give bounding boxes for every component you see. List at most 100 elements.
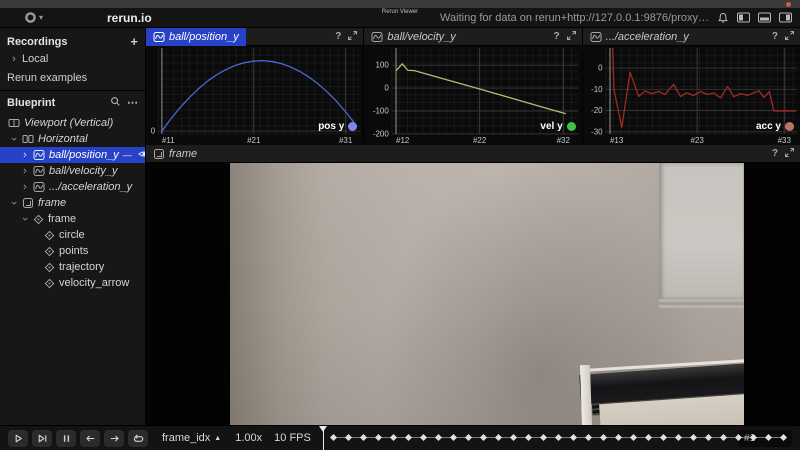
tree-item-ball-velocity-y[interactable]: › ball/velocity_y [0,163,145,179]
help-icon[interactable]: ? [772,31,778,42]
timeline-frame-marker[interactable] [375,433,382,440]
tab-ball-position-y[interactable]: ball/position_y [146,28,246,46]
tree-item-trajectory[interactable]: trajectory [0,259,145,275]
step-forward-button[interactable] [104,430,124,447]
timeline-playhead[interactable] [323,426,324,450]
tree-item-horizontal[interactable]: › Horizontal [0,131,145,147]
frame-2d-view[interactable] [146,163,800,425]
timeline-frame-marker[interactable] [345,433,352,440]
window-title: Rerun Viewer [382,9,418,15]
sidebar-item-rerun-examples[interactable]: Rerun examples [0,70,145,85]
remove-icon[interactable]: — [123,151,132,160]
maximize-view-icon[interactable] [566,28,577,46]
timeline-frame-marker[interactable] [435,433,442,440]
timeline-frame-marker[interactable] [525,433,532,440]
tab-frame[interactable]: frame [146,145,204,163]
timeline-frame-marker[interactable] [600,433,607,440]
chevron-down-icon[interactable]: › [19,215,31,223]
timeline-frame-marker[interactable] [495,433,502,440]
timeline-frame-marker[interactable] [420,433,427,440]
photo-cabinet-side [580,365,592,425]
recordings-header: Recordings + [0,32,145,51]
timeline-frame-marker[interactable] [390,433,397,440]
timeline-frame-marker[interactable] [540,433,547,440]
add-recording-button[interactable]: + [130,35,138,48]
sidebar-item-local[interactable]: › Local [0,51,145,66]
help-icon[interactable]: ? [772,148,778,159]
timeline-frame-marker[interactable] [660,433,667,440]
tree-item-frame-view[interactable]: › frame [0,195,145,211]
entity-icon [44,262,55,273]
viewport-icon [8,117,20,129]
maximize-view-icon[interactable] [784,28,795,46]
entity-icon [44,246,55,257]
playback-fps[interactable]: 10 FPS [274,432,311,444]
loop-button[interactable] [128,430,148,447]
playback-speed[interactable]: 1.00x [235,432,262,444]
svg-text:#13: #13 [610,136,624,145]
tree-item-velocity-arrow[interactable]: velocity_arrow [0,275,145,291]
timeline-frame-marker[interactable] [615,433,622,440]
svg-text:0: 0 [151,127,156,136]
play-button[interactable] [8,430,28,447]
rerun-menu-button[interactable]: ▾ [24,11,43,24]
timeline-selector[interactable]: frame_idx ▲ [162,432,221,444]
tree-item-points[interactable]: points [0,243,145,259]
chevron-right-icon[interactable]: › [21,181,29,193]
timeline-frame-marker[interactable] [675,433,682,440]
velocity-plot[interactable]: 1000-100-200#12#22#32 vel y [364,46,581,145]
notifications-bell-icon[interactable] [717,12,729,24]
svg-text:#23: #23 [690,136,704,145]
tree-item-acceleration-y[interactable]: › .../acceleration_y [0,179,145,195]
timeline-frame-marker[interactable] [705,433,712,440]
tree-item-ball-position-y[interactable]: › ball/position_y — [0,147,145,163]
timeline-frame-marker[interactable] [720,433,727,440]
timeline-track[interactable] [323,426,732,450]
timeline-frame-marker[interactable] [690,433,697,440]
timeline-frame-marker[interactable] [330,433,337,440]
window-close-button[interactable] [786,2,791,7]
visibility-eye-icon[interactable] [138,149,146,162]
chevron-right-icon[interactable]: › [10,53,18,65]
search-icon[interactable] [110,96,121,110]
timeline-frame-marker[interactable] [585,433,592,440]
chevron-down-icon[interactable]: › [8,135,20,143]
step-back-button[interactable] [80,430,100,447]
timeline-frame-marker[interactable] [630,433,637,440]
chevron-down-icon[interactable]: › [8,199,20,207]
toggle-bottom-panel-icon[interactable] [758,12,771,23]
timeline-frame-marker[interactable] [570,433,577,440]
legend-label: vel y [540,121,562,132]
svg-text:-30: -30 [591,127,603,136]
tree-item-viewport[interactable]: Viewport (Vertical) [0,115,145,131]
help-icon[interactable]: ? [335,31,341,42]
position-plot[interactable]: 0#11#21#31 pos y [146,46,363,145]
chevron-right-icon[interactable]: › [21,165,29,177]
timeline-frame-marker[interactable] [645,433,652,440]
timeline-frame-marker[interactable] [510,433,517,440]
pause-button[interactable] [56,430,76,447]
maximize-view-icon[interactable] [347,28,358,46]
more-options-icon[interactable]: ⋯ [127,96,138,109]
tree-item-frame-entity[interactable]: › frame [0,211,145,227]
help-icon[interactable]: ? [554,31,560,42]
timeline-frame-marker[interactable] [360,433,367,440]
timeline-frame-marker[interactable] [405,433,412,440]
timeline-frame-marker[interactable] [450,433,457,440]
toggle-left-panel-icon[interactable] [737,12,750,23]
entity-icon [44,278,55,289]
acceleration-plot[interactable]: 0-10-20-30#13#23#33 acc y [583,46,800,145]
toggle-right-panel-icon[interactable] [779,12,792,23]
tree-item-circle[interactable]: circle [0,227,145,243]
follow-button[interactable] [32,430,52,447]
timeline-frame-marker[interactable] [555,433,562,440]
timeline-frame-marker[interactable] [480,433,487,440]
chevron-right-icon[interactable]: › [21,149,29,161]
timeseries-view-icon [33,181,45,193]
recordings-title: Recordings [7,36,68,48]
timeline-frame-marker[interactable] [465,433,472,440]
maximize-view-icon[interactable] [784,145,795,163]
tab-ball-velocity-y[interactable]: ball/velocity_y [364,28,462,46]
tab-acceleration-y[interactable]: .../acceleration_y [583,28,696,46]
photo-windowsill [659,299,743,308]
